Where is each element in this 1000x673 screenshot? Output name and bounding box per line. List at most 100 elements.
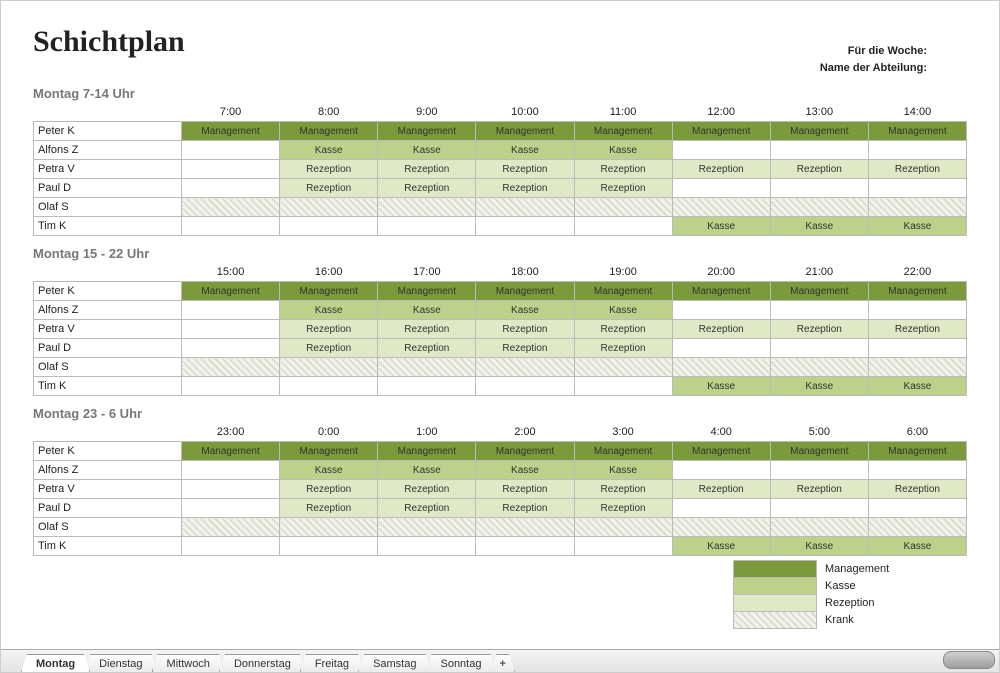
sheet-tab-freitag[interactable]: Freitag xyxy=(300,654,364,672)
schedule-cell[interactable]: Management xyxy=(476,122,574,141)
schedule-cell[interactable] xyxy=(672,499,770,518)
schedule-cell[interactable] xyxy=(574,198,672,217)
schedule-cell[interactable]: Management xyxy=(280,122,378,141)
schedule-cell[interactable] xyxy=(672,198,770,217)
schedule-cell[interactable]: Rezeption xyxy=(770,320,868,339)
schedule-cell[interactable]: Rezeption xyxy=(770,480,868,499)
schedule-cell[interactable]: Rezeption xyxy=(868,480,966,499)
schedule-cell[interactable]: Management xyxy=(770,282,868,301)
schedule-cell[interactable]: Rezeption xyxy=(378,179,476,198)
schedule-cell[interactable] xyxy=(280,377,378,396)
schedule-cell[interactable]: Kasse xyxy=(378,141,476,160)
schedule-cell[interactable]: Kasse xyxy=(280,301,378,320)
schedule-cell[interactable]: Management xyxy=(574,442,672,461)
schedule-cell[interactable] xyxy=(770,179,868,198)
schedule-cell[interactable]: Rezeption xyxy=(672,320,770,339)
schedule-cell[interactable]: Management xyxy=(868,442,966,461)
schedule-cell[interactable]: Rezeption xyxy=(574,179,672,198)
schedule-cell[interactable]: Kasse xyxy=(672,537,770,556)
sheet-tab-dienstag[interactable]: Dienstag xyxy=(84,654,157,672)
schedule-cell[interactable] xyxy=(868,198,966,217)
schedule-cell[interactable] xyxy=(672,141,770,160)
schedule-cell[interactable]: Rezeption xyxy=(476,179,574,198)
schedule-cell[interactable] xyxy=(378,358,476,377)
schedule-cell[interactable] xyxy=(868,499,966,518)
schedule-cell[interactable]: Kasse xyxy=(868,537,966,556)
schedule-cell[interactable]: Rezeption xyxy=(378,160,476,179)
schedule-cell[interactable]: Kasse xyxy=(280,461,378,480)
sheet-tab-donnerstag[interactable]: Donnerstag xyxy=(219,654,306,672)
schedule-cell[interactable] xyxy=(378,537,476,556)
schedule-cell[interactable] xyxy=(770,358,868,377)
sheet-tab-mittwoch[interactable]: Mittwoch xyxy=(152,654,225,672)
schedule-cell[interactable] xyxy=(672,461,770,480)
schedule-cell[interactable] xyxy=(280,518,378,537)
schedule-cell[interactable]: Management xyxy=(476,282,574,301)
schedule-cell[interactable] xyxy=(182,499,280,518)
schedule-cell[interactable]: Rezeption xyxy=(378,499,476,518)
add-sheet-tab[interactable]: + xyxy=(490,654,514,672)
schedule-cell[interactable] xyxy=(378,377,476,396)
schedule-cell[interactable] xyxy=(182,198,280,217)
schedule-cell[interactable] xyxy=(672,179,770,198)
schedule-cell[interactable] xyxy=(868,339,966,358)
schedule-cell[interactable]: Kasse xyxy=(770,537,868,556)
schedule-cell[interactable] xyxy=(182,141,280,160)
schedule-cell[interactable] xyxy=(182,301,280,320)
schedule-cell[interactable] xyxy=(770,461,868,480)
schedule-cell[interactable] xyxy=(574,217,672,236)
schedule-cell[interactable]: Management xyxy=(770,442,868,461)
schedule-cell[interactable] xyxy=(672,358,770,377)
schedule-cell[interactable]: Management xyxy=(280,282,378,301)
schedule-cell[interactable]: Rezeption xyxy=(574,480,672,499)
schedule-cell[interactable]: Management xyxy=(182,122,280,141)
schedule-cell[interactable] xyxy=(476,537,574,556)
schedule-cell[interactable] xyxy=(672,301,770,320)
schedule-cell[interactable] xyxy=(574,537,672,556)
schedule-cell[interactable]: Kasse xyxy=(280,141,378,160)
schedule-cell[interactable] xyxy=(280,358,378,377)
schedule-cell[interactable]: Management xyxy=(378,442,476,461)
schedule-cell[interactable] xyxy=(770,518,868,537)
horizontal-scrollbar[interactable] xyxy=(943,651,995,669)
schedule-cell[interactable] xyxy=(476,198,574,217)
schedule-cell[interactable]: Management xyxy=(868,282,966,301)
schedule-cell[interactable] xyxy=(770,301,868,320)
schedule-cell[interactable] xyxy=(868,301,966,320)
schedule-cell[interactable]: Rezeption xyxy=(672,480,770,499)
schedule-cell[interactable] xyxy=(280,198,378,217)
schedule-cell[interactable]: Rezeption xyxy=(378,480,476,499)
schedule-cell[interactable] xyxy=(770,499,868,518)
schedule-cell[interactable] xyxy=(182,480,280,499)
schedule-cell[interactable] xyxy=(182,160,280,179)
schedule-cell[interactable]: Rezeption xyxy=(574,499,672,518)
schedule-cell[interactable]: Rezeption xyxy=(280,160,378,179)
schedule-cell[interactable]: Rezeption xyxy=(378,339,476,358)
schedule-cell[interactable]: Management xyxy=(378,122,476,141)
schedule-cell[interactable] xyxy=(868,179,966,198)
schedule-cell[interactable]: Management xyxy=(574,122,672,141)
schedule-cell[interactable] xyxy=(182,339,280,358)
schedule-cell[interactable] xyxy=(476,358,574,377)
schedule-cell[interactable] xyxy=(280,537,378,556)
schedule-cell[interactable] xyxy=(868,461,966,480)
schedule-cell[interactable]: Kasse xyxy=(574,301,672,320)
schedule-cell[interactable]: Management xyxy=(574,282,672,301)
schedule-cell[interactable]: Kasse xyxy=(574,141,672,160)
schedule-cell[interactable]: Rezeption xyxy=(476,480,574,499)
schedule-cell[interactable]: Kasse xyxy=(574,461,672,480)
schedule-cell[interactable]: Kasse xyxy=(476,461,574,480)
schedule-cell[interactable] xyxy=(574,377,672,396)
schedule-cell[interactable]: Kasse xyxy=(770,217,868,236)
schedule-cell[interactable]: Rezeption xyxy=(868,160,966,179)
schedule-cell[interactable]: Management xyxy=(672,122,770,141)
schedule-cell[interactable]: Rezeption xyxy=(476,499,574,518)
schedule-cell[interactable] xyxy=(182,358,280,377)
schedule-cell[interactable] xyxy=(378,198,476,217)
schedule-cell[interactable] xyxy=(672,339,770,358)
schedule-cell[interactable] xyxy=(770,141,868,160)
schedule-cell[interactable]: Management xyxy=(672,442,770,461)
schedule-cell[interactable] xyxy=(182,320,280,339)
schedule-cell[interactable]: Rezeption xyxy=(280,320,378,339)
schedule-cell[interactable] xyxy=(182,217,280,236)
